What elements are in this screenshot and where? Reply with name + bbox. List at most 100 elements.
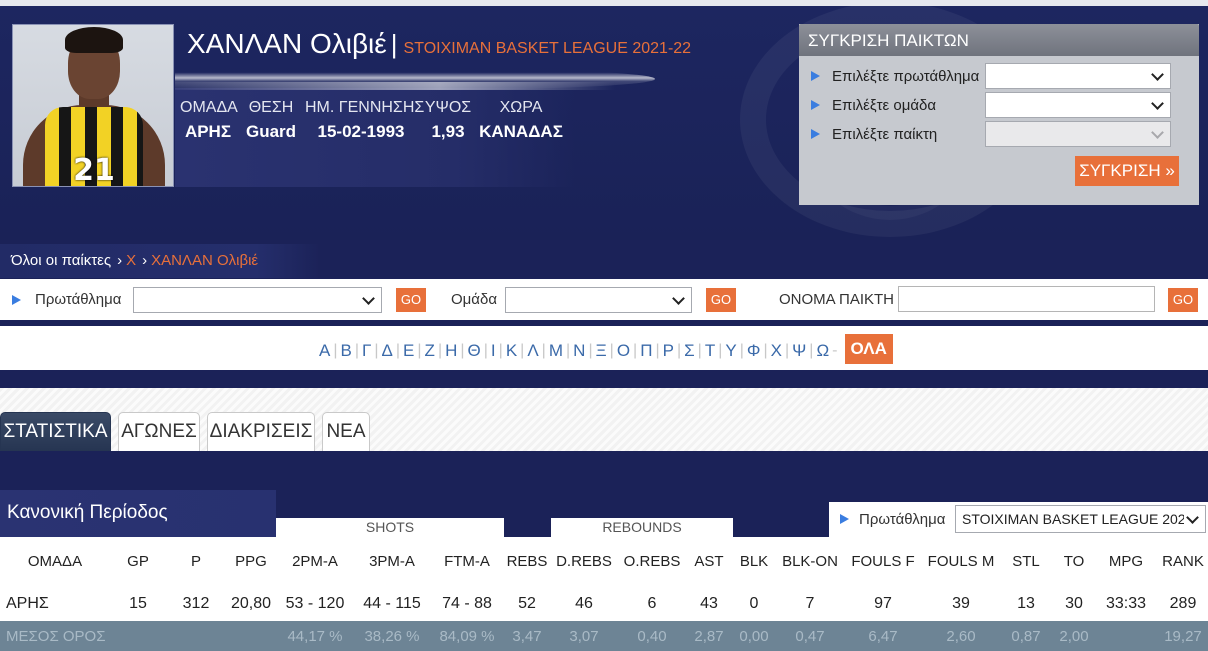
letter-link[interactable]: Δ — [382, 341, 393, 361]
column-header-cell: FOULS M — [927, 553, 995, 570]
table-cell: 52 — [518, 595, 536, 612]
stats-league-select[interactable]: STOIXIMAN BASKET LEAGUE 2021-22 — [955, 505, 1206, 533]
table-cell: 6 — [647, 595, 657, 612]
compare-team-row: Επιλέξτε ομάδα — [811, 92, 1171, 118]
average-cell: 0,87 — [1011, 628, 1041, 645]
shots-group-header: SHOTS — [276, 518, 504, 537]
tab-awards[interactable]: ΔΙΑΚΡΙΣΕΙΣ — [207, 412, 315, 451]
player-name-input[interactable] — [898, 286, 1155, 312]
average-cell: 6,47 — [868, 628, 898, 645]
filter-league-select[interactable] — [133, 287, 382, 313]
letter-link[interactable]: Ξ — [596, 341, 607, 361]
letter-separator: | — [718, 342, 723, 359]
filter-player-go-button[interactable]: GO — [1168, 288, 1198, 312]
letter-link[interactable]: Σ — [684, 341, 695, 361]
letter-link[interactable]: Ζ — [425, 341, 435, 361]
rebounds-group-header: REBOUNDS — [551, 518, 733, 537]
stats-league-filter: Πρωτάθλημα STOIXIMAN BASKET LEAGUE 2021-… — [829, 502, 1208, 537]
letter-link[interactable]: Π — [640, 341, 652, 361]
breadcrumb-player[interactable]: ΧΑΝΛΑΝ Ολιβιέ — [151, 252, 258, 269]
letter-link[interactable]: Λ — [527, 341, 538, 361]
compare-player-select[interactable] — [985, 121, 1171, 147]
letter-link[interactable]: Ν — [573, 341, 585, 361]
table-cell: 30 — [1065, 595, 1083, 612]
breadcrumb-letter[interactable]: Χ — [126, 252, 136, 269]
player-name: ΧΑΝΛΑΝ Ολιβιέ — [187, 28, 387, 59]
letter-link[interactable]: Υ — [725, 341, 736, 361]
column-header-cell: RANK — [1162, 553, 1204, 570]
compare-team-select[interactable] — [985, 92, 1171, 118]
letter-link[interactable]: Τ — [705, 341, 715, 361]
table-cell: 46 — [575, 595, 593, 612]
table-cell: 0 — [749, 595, 759, 612]
column-header-cell: P — [190, 553, 201, 570]
table-cell: 15 — [129, 595, 147, 612]
letter-link[interactable]: Γ — [362, 341, 371, 361]
chevron-down-icon — [672, 292, 685, 305]
letter-link[interactable]: Ψ — [792, 341, 806, 361]
average-cell: 44,17 % — [287, 628, 343, 645]
compare-button[interactable]: ΣΥΓΚΡΙΣΗ » — [1075, 156, 1179, 186]
column-header-cell: STL — [1012, 553, 1040, 570]
filter-team-select[interactable] — [505, 287, 692, 313]
alphabet-bar: Α | Β | Γ | Δ | Ε | Ζ | Η | Θ | Ι | Κ | Λ | Μ | Ν | Ξ | Ο | Π | Ρ | Σ | Τ | Υ |… — [0, 326, 1208, 370]
letter-separator: | — [520, 342, 525, 359]
letter-separator: | — [395, 342, 401, 359]
letter-separator: | — [333, 342, 338, 359]
stats-section-title: Κανονική Περίοδος — [7, 502, 168, 523]
letter-link[interactable]: Ο — [617, 341, 630, 361]
letter-separator: | — [784, 342, 790, 359]
tabs-bar: ΣΤΑΤΙΣΤΙΚΑ ΑΓΩΝΕΣ ΔΙΑΚΡΙΣΕΙΣ ΝΕΑ — [0, 388, 1208, 451]
column-header-cell: ΟΜΑΔΑ — [27, 553, 83, 570]
average-cell: 38,26 % — [364, 628, 420, 645]
table-cell: 312 — [182, 595, 210, 612]
letter-link[interactable]: Η — [445, 341, 457, 361]
filter-team-go-button[interactable]: GO — [706, 288, 736, 312]
breadcrumb-all-players[interactable]: Όλοι οι παίκτες — [11, 252, 111, 269]
letter-link[interactable]: Α — [319, 341, 330, 361]
table-cell: 39 — [952, 595, 970, 612]
top-strip — [0, 0, 1208, 6]
tab-news[interactable]: ΝΕΑ — [322, 412, 370, 451]
compare-player-row: Επιλέξτε παίκτη — [811, 121, 1171, 147]
compare-league-select[interactable] — [985, 63, 1171, 89]
average-cell: ΜΕΣΟΣ ΟΡΟΣ — [6, 628, 106, 645]
average-cell: 3,47 — [512, 628, 542, 645]
table-cell: 289 — [1169, 595, 1197, 612]
table-cell: ΑΡΗΣ — [6, 595, 49, 612]
letter-separator: | — [633, 342, 638, 359]
average-cell: 0,00 — [739, 628, 769, 645]
all-letters-button[interactable]: ΟΛΑ — [844, 334, 893, 364]
letter-separator: | — [498, 342, 503, 359]
average-row: ΜΕΣΟΣ ΟΡΟΣ 44,17 % 38,26 % 84,09 % 3,47 3,07 0… — [0, 621, 1208, 651]
tab-games[interactable]: ΑΓΩΝΕΣ — [118, 412, 200, 451]
info-team: ΟΜΑΔΑ ΑΡΗΣ — [180, 99, 238, 141]
compare-players-box: ΣΥΓΚΡΙΣΗ ΠΑΙΚΤΩΝ Επιλέξτε πρωτάθλημα Επι… — [799, 24, 1199, 205]
letter-separator: | — [541, 342, 546, 359]
column-header-cell: REBS — [506, 553, 548, 570]
letter-link[interactable]: Μ — [549, 341, 563, 361]
letter-link[interactable]: Ε — [403, 341, 414, 361]
column-header-cell: BLK-ON — [782, 553, 838, 570]
triangle-arrow-icon — [12, 294, 21, 305]
tab-statistics[interactable]: ΣΤΑΤΙΣΤΙΚΑ — [0, 412, 111, 451]
triangle-arrow-icon — [811, 71, 820, 81]
letter-link[interactable]: Κ — [506, 341, 517, 361]
letter-link[interactable]: Β — [341, 341, 352, 361]
letter-link[interactable]: Θ — [468, 341, 481, 361]
column-header-cell: AST — [694, 553, 724, 570]
letter-link[interactable]: Ι — [491, 341, 496, 361]
table-row: ΑΡΗΣ 15 312 20,80 53 - 120 44 - 115 74 - 88 52 4… — [0, 585, 1208, 621]
letter-separator: | — [739, 342, 744, 359]
average-cell: 2,60 — [946, 628, 976, 645]
compare-title: ΣΥΓΚΡΙΣΗ ΠΑΙΚΤΩΝ — [799, 24, 1199, 56]
table-cell: 74 - 88 — [442, 595, 492, 612]
letter-separator: | — [566, 342, 571, 359]
letter-link[interactable]: Ω — [816, 341, 829, 361]
letter-link[interactable]: Χ — [771, 341, 782, 361]
letter-link[interactable]: Φ — [747, 341, 761, 361]
letter-separator: | — [483, 342, 488, 359]
filter-league-go-button[interactable]: GO — [396, 288, 426, 312]
triangle-arrow-icon — [811, 100, 820, 110]
letter-link[interactable]: Ρ — [663, 341, 674, 361]
